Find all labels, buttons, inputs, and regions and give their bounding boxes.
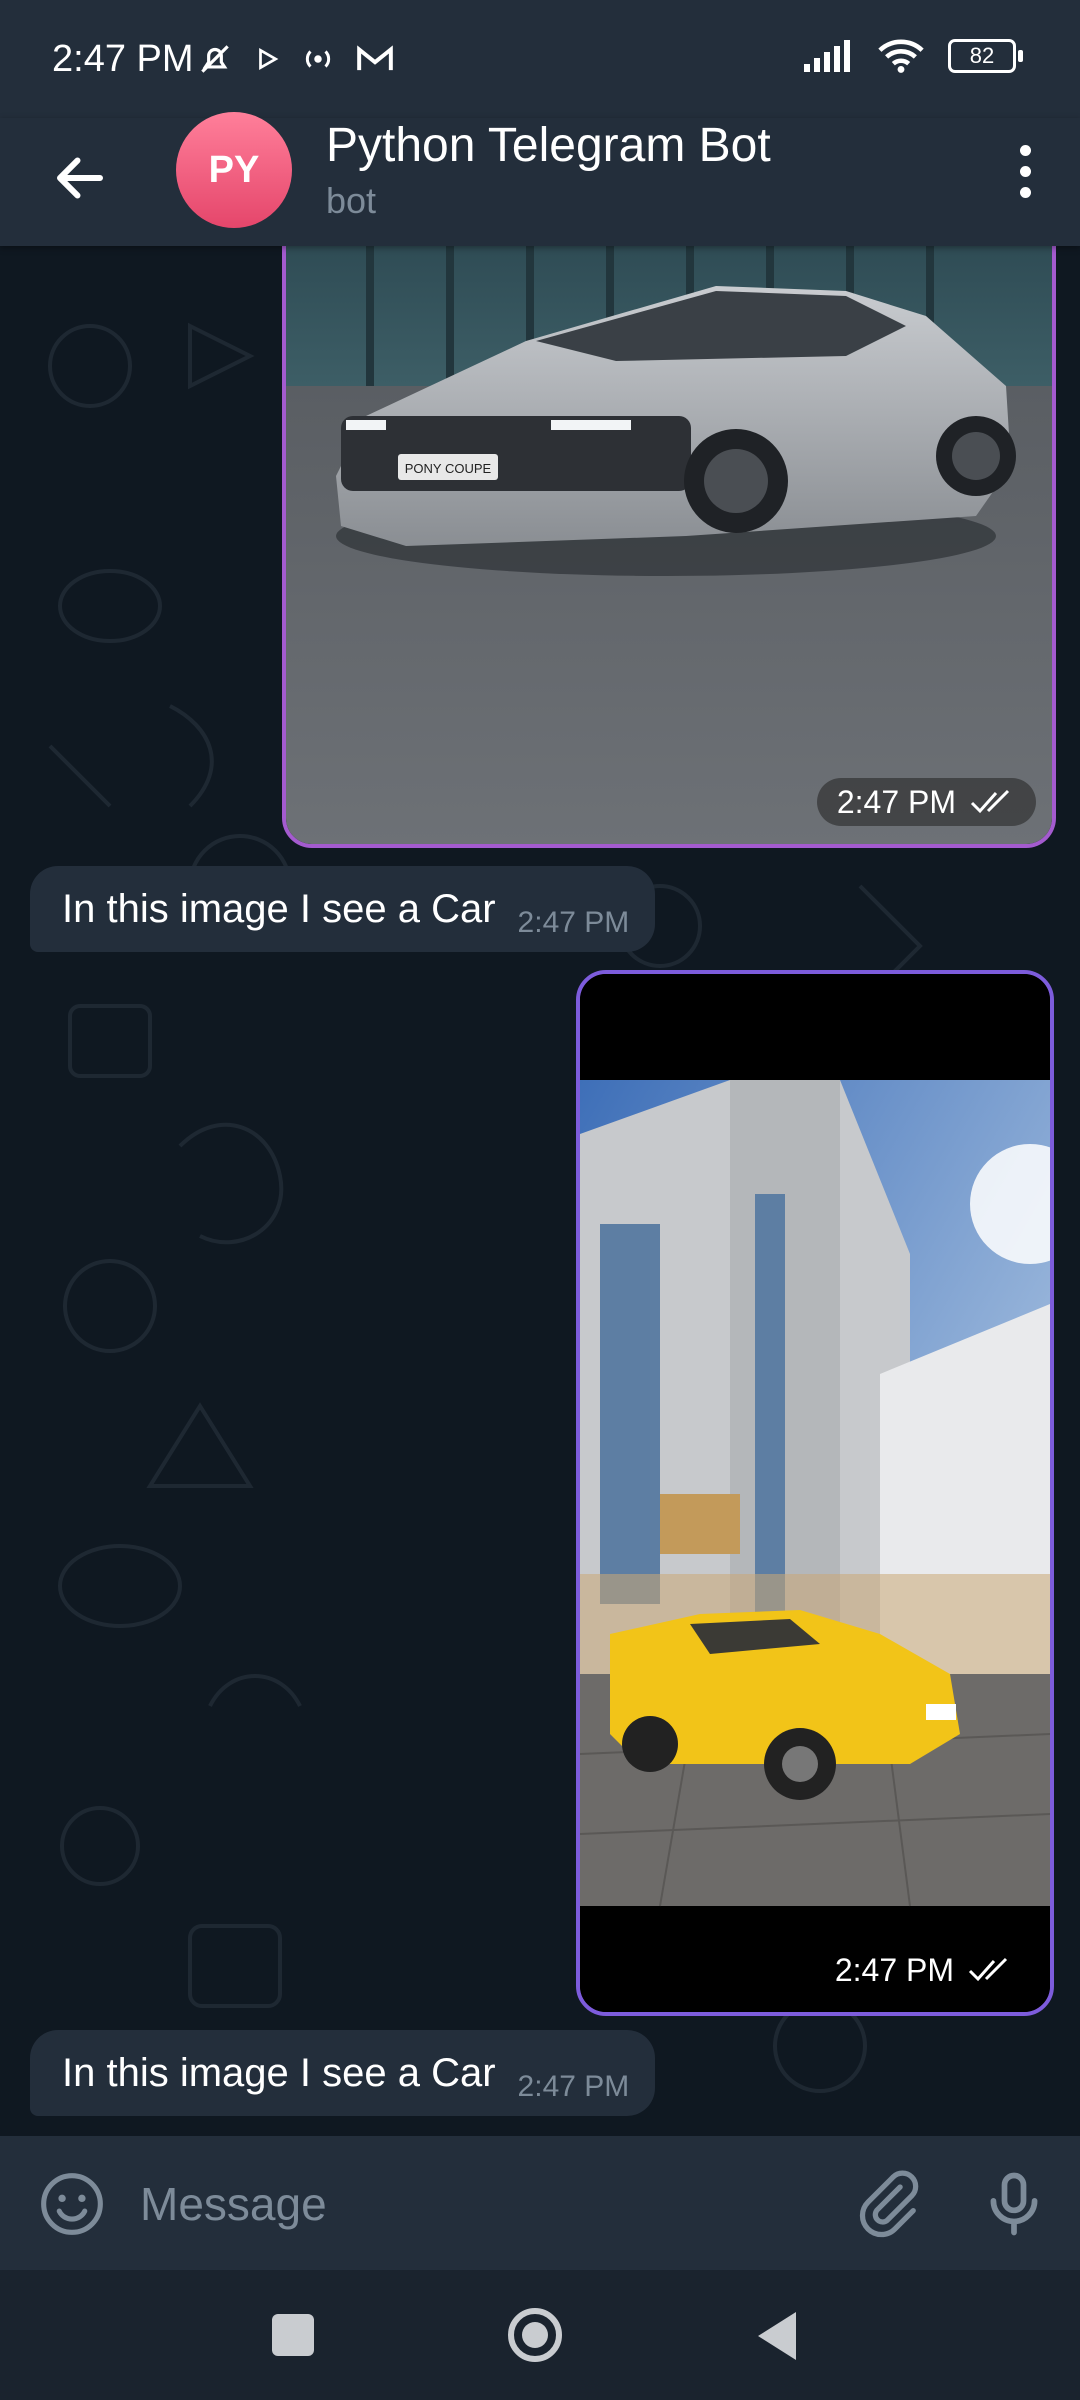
bell-muted-icon (201, 45, 229, 73)
incoming-text-message[interactable]: In this image I see a Car 2:47 PM (30, 866, 656, 952)
status-time: 2:47 PM (52, 38, 194, 80)
incoming-text-message[interactable]: In this image I see a Car 2:47 PM (30, 2030, 656, 2116)
back-button[interactable] (758, 2312, 796, 2360)
status-system-icons: 82 (802, 38, 1023, 74)
battery-icon: 82 (948, 39, 1023, 73)
car-photo[interactable] (580, 974, 1050, 2012)
message-input-bar (0, 2136, 1080, 2270)
message-input[interactable] (138, 2168, 802, 2240)
message-time: 2:47 PM (816, 778, 1036, 826)
system-navigation-bar (0, 2270, 1080, 2400)
chat-subtitle: bot (326, 180, 377, 221)
message-time: 2:47 PM (517, 906, 630, 939)
avatar[interactable]: PY (176, 112, 292, 228)
signal-icon (804, 40, 850, 72)
more-options-button[interactable] (990, 136, 1060, 206)
paperclip-icon[interactable] (852, 2168, 922, 2238)
image-message[interactable]: PONY COUPE 2:47 PM (282, 246, 1056, 848)
double-check-icon (970, 789, 1010, 814)
image-message[interactable]: 2:47 PM (576, 970, 1054, 2016)
message-time-text: 2:47 PM (834, 1951, 954, 1988)
double-check-icon (968, 1957, 1008, 1982)
play-icon (259, 47, 279, 71)
recents-button[interactable] (272, 2314, 314, 2356)
back-arrow-icon[interactable] (50, 148, 110, 208)
chat-title[interactable]: Python Telegram Bot (326, 118, 771, 173)
message-time: 2:47 PM (815, 1946, 1034, 1994)
chat-header: PY Python Telegram Bot bot (0, 112, 1080, 246)
message-text: In this image I see a Car (62, 886, 496, 931)
home-button[interactable] (508, 2308, 562, 2362)
battery-level: 82 (969, 43, 995, 68)
gmail-icon (357, 45, 393, 71)
radio-icon (305, 50, 331, 68)
message-time-text: 2:47 PM (836, 783, 956, 820)
license-plate: PONY COUPE (405, 461, 492, 476)
microphone-icon[interactable] (976, 2166, 1052, 2242)
status-bar: 2:47 PM 82 (0, 0, 1080, 118)
emoji-icon[interactable] (38, 2170, 106, 2238)
message-time: 2:47 PM (517, 2070, 630, 2103)
car-photo[interactable]: PONY COUPE (286, 246, 1052, 844)
status-notification-icons (196, 40, 394, 78)
wifi-icon (878, 39, 924, 73)
message-text: In this image I see a Car (62, 2050, 496, 2095)
